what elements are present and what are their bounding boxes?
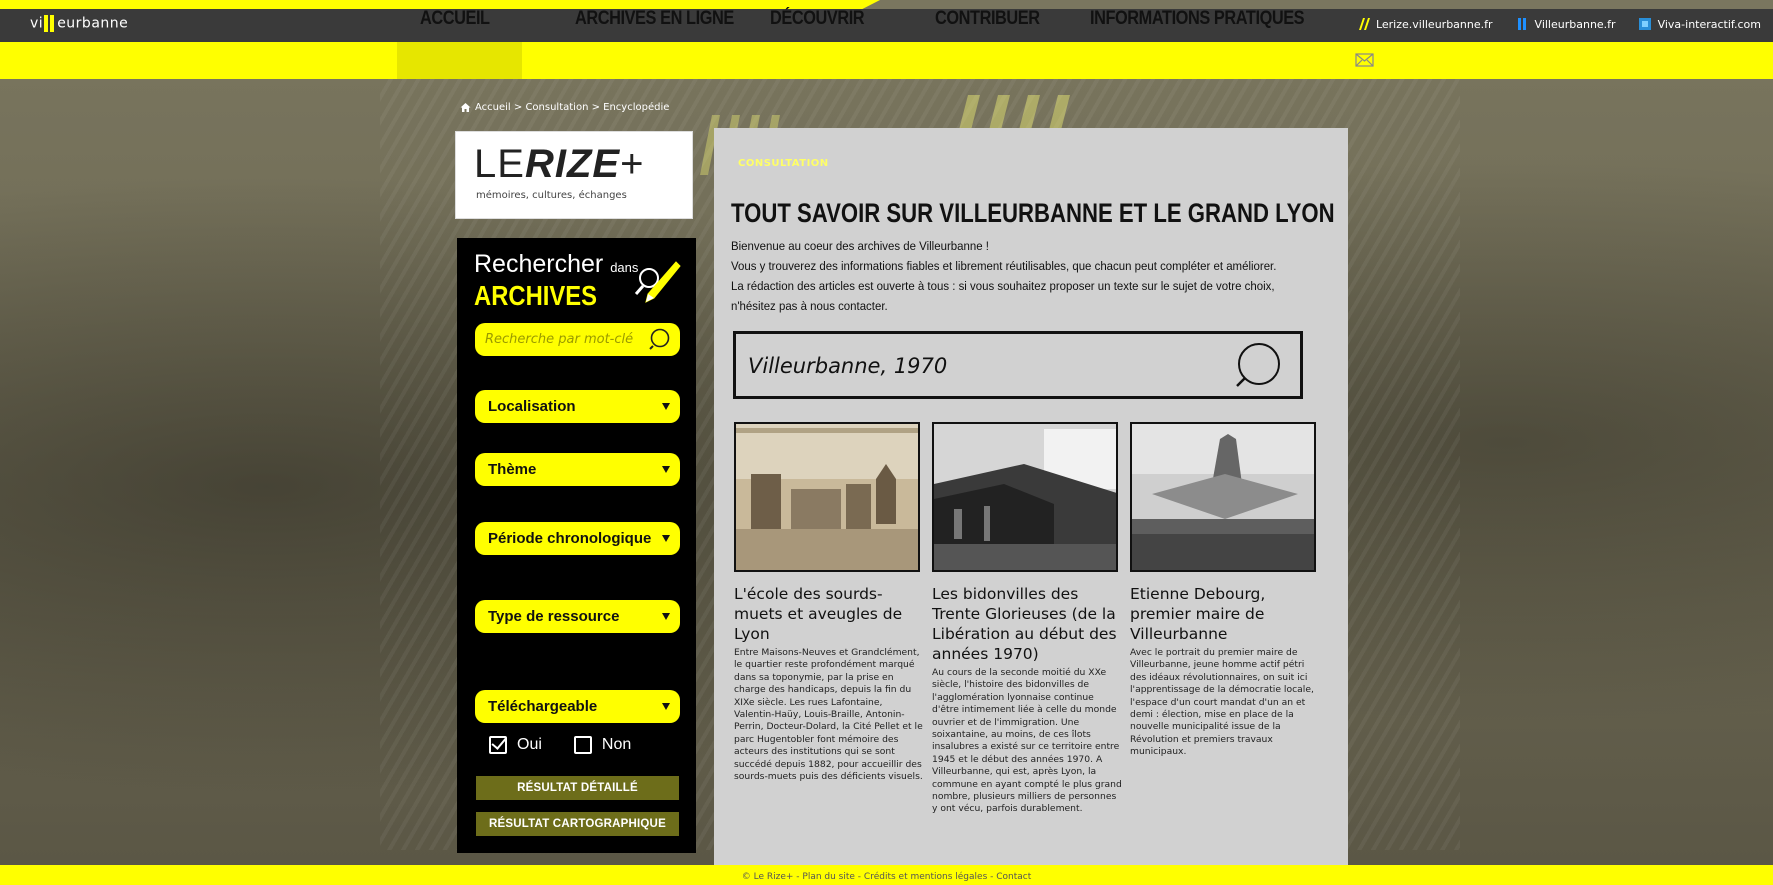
card-image-debourg[interactable] <box>1130 422 1316 572</box>
card-text: Avec le portrait du premier maire de Vil… <box>1130 647 1314 758</box>
dropdown-localisation-label: Localisation <box>488 398 576 415</box>
dropdown-telechargeable[interactable]: Téléchargeable <box>475 690 680 723</box>
search-icon[interactable] <box>1232 340 1284 392</box>
search-icon[interactable] <box>649 327 674 352</box>
chevron-down-icon <box>662 466 670 473</box>
checkbox-checked-icon[interactable] <box>489 736 507 754</box>
main-content: CONSULTATION TOUT SAVOIR SUR VILLEURBANN… <box>714 128 1348 865</box>
panel-title-line1: Rechercher dans <box>474 250 638 279</box>
link-villeurbanne[interactable]: Villeurbanne.fr <box>1515 17 1616 31</box>
footer-copyright: © Le Rize+ <box>741 872 794 882</box>
checkbox-non[interactable]: Non <box>573 736 632 754</box>
dropdown-periode-label: Période chronologique <box>488 530 652 547</box>
nav-item-informations[interactable]: INFORMATIONS PRATIQUES <box>1090 0 1305 37</box>
dropdown-localisation[interactable]: Localisation <box>475 390 680 423</box>
rize-title-plus: + <box>620 142 645 186</box>
link-lerize-label: Lerize.villeurbanne.fr <box>1375 17 1493 31</box>
card-title[interactable]: Etienne Debourg, premier maire de Villeu… <box>1130 584 1320 644</box>
panel-title-rechercher: Rechercher <box>474 250 604 278</box>
bars-icon <box>1517 18 1526 30</box>
card-title[interactable]: Les bidonvilles des Trente Glorieuses (d… <box>932 584 1122 664</box>
chevron-down-icon <box>662 403 670 410</box>
nav-item-contribuer[interactable]: CONTRIBUER <box>935 0 1040 37</box>
article-card-debourg[interactable]: Etienne Debourg, premier maire de Villeu… <box>1130 422 1320 759</box>
checkbox-oui-label: Oui <box>517 736 542 753</box>
search-panel: Rechercher dans ARCHIVES Localisation Th… <box>457 238 696 853</box>
external-links: Lerize.villeurbanne.fr Villeurbanne.fr V… <box>1356 17 1761 31</box>
main-nav <box>0 42 1773 79</box>
intro-line-2: Vous y trouverez des informations fiable… <box>731 259 1277 273</box>
logo-text-left: vi <box>30 15 44 32</box>
dropdown-theme[interactable]: Thème <box>475 453 680 486</box>
downloadable-options: Oui Non <box>489 736 631 754</box>
intro-line-3: La rédaction des articles est ouverte à … <box>731 279 1275 313</box>
double-slash-icon <box>1358 18 1370 30</box>
link-villeurbanne-label: Villeurbanne.fr <box>1534 17 1616 31</box>
chevron-down-icon <box>662 613 670 620</box>
rize-title-light: LE <box>474 142 525 186</box>
checkbox-non-label: Non <box>601 736 632 753</box>
panel-title-archives: ARCHIVES <box>474 280 597 311</box>
logo-text-right: eurbanne <box>57 15 129 32</box>
link-viva[interactable]: Viva-interactif.com <box>1638 17 1761 31</box>
chevron-down-icon <box>662 535 670 542</box>
nav-item-archives[interactable]: ARCHIVES EN LIGNE <box>575 0 734 37</box>
card-text: Au cours de la seconde moitié du XXe siè… <box>932 667 1122 815</box>
dropdown-type-label: Type de ressource <box>488 608 620 625</box>
card-title[interactable]: L'école des sourds-muets et aveugles de … <box>734 584 924 644</box>
section-tag: CONSULTATION <box>738 158 829 169</box>
chevron-down-icon <box>662 703 670 710</box>
dropdown-theme-label: Thème <box>488 461 537 478</box>
footer-link-contact[interactable]: Contact <box>996 872 1031 882</box>
footer-link-sitemap[interactable]: Plan du site <box>802 872 855 882</box>
nav-item-accueil[interactable]: ACCUEIL <box>420 0 490 37</box>
intro-line-1: Bienvenue au coeur des archives de Ville… <box>731 239 989 253</box>
pen-search-icon <box>634 261 681 303</box>
breadcrumb: Accueil > Consultation > Encyclopédie <box>460 102 669 113</box>
main-search-box[interactable] <box>733 331 1303 399</box>
checkbox-unchecked-icon[interactable] <box>573 736 592 754</box>
keyword-search[interactable] <box>475 323 680 356</box>
breadcrumb-text[interactable]: Accueil > Consultation > Encyclopédie <box>475 102 669 113</box>
main-search-input[interactable] <box>748 351 1188 381</box>
home-icon[interactable] <box>460 102 471 113</box>
rize-logo[interactable]: LERIZE+ mémoires, cultures, échanges <box>455 131 693 219</box>
rize-title-bold: RIZE <box>524 142 621 186</box>
link-lerize[interactable]: Lerize.villeurbanne.fr <box>1356 17 1493 31</box>
dropdown-telechargeable-label: Téléchargeable <box>488 698 598 715</box>
link-viva-label: Viva-interactif.com <box>1657 17 1761 31</box>
article-card-bidonvilles[interactable]: Les bidonvilles des Trente Glorieuses (d… <box>932 422 1122 816</box>
nav-item-decouvrir[interactable]: DÉCOUVRIR <box>770 0 865 37</box>
footer: © Le Rize+ - Plan du site - Crédits et m… <box>0 865 1773 885</box>
logo-bars-icon <box>44 15 56 32</box>
card-image-ecole[interactable] <box>734 422 920 572</box>
footer-link-credits[interactable]: Crédits et mentions légales <box>864 872 987 882</box>
page-title: TOUT SAVOIR SUR VILLEURBANNE ET LE GRAND… <box>731 198 1335 228</box>
top-bar: vi eurbanne Lerize.villeurbanne.fr Villeu… <box>0 9 1773 42</box>
result-map-button[interactable]: RÉSULTAT CARTOGRAPHIQUE <box>476 812 679 836</box>
checkbox-oui[interactable]: Oui <box>489 736 542 754</box>
villeurbanne-logo[interactable]: vi eurbanne <box>30 15 128 32</box>
intro-text: Bienvenue au coeur des archives de Ville… <box>731 236 1298 316</box>
card-text: Entre Maisons-Neuves et Grandclément, le… <box>734 647 923 783</box>
dropdown-type-ressource[interactable]: Type de ressource <box>475 600 680 633</box>
rize-subtitle: mémoires, cultures, échanges <box>476 190 627 201</box>
rize-title: LERIZE+ <box>474 142 644 187</box>
dropdown-periode[interactable]: Période chronologique <box>475 522 680 555</box>
article-card-ecole[interactable]: L'école des sourds-muets et aveugles de … <box>734 422 924 783</box>
mail-icon[interactable] <box>1355 53 1374 67</box>
square-icon <box>1638 18 1651 30</box>
nav-active-highlight <box>397 42 522 79</box>
result-detailed-button[interactable]: RÉSULTAT DÉTAILLÉ <box>476 776 679 800</box>
card-image-bidonvilles[interactable] <box>932 422 1118 572</box>
keyword-search-input[interactable] <box>485 332 645 347</box>
